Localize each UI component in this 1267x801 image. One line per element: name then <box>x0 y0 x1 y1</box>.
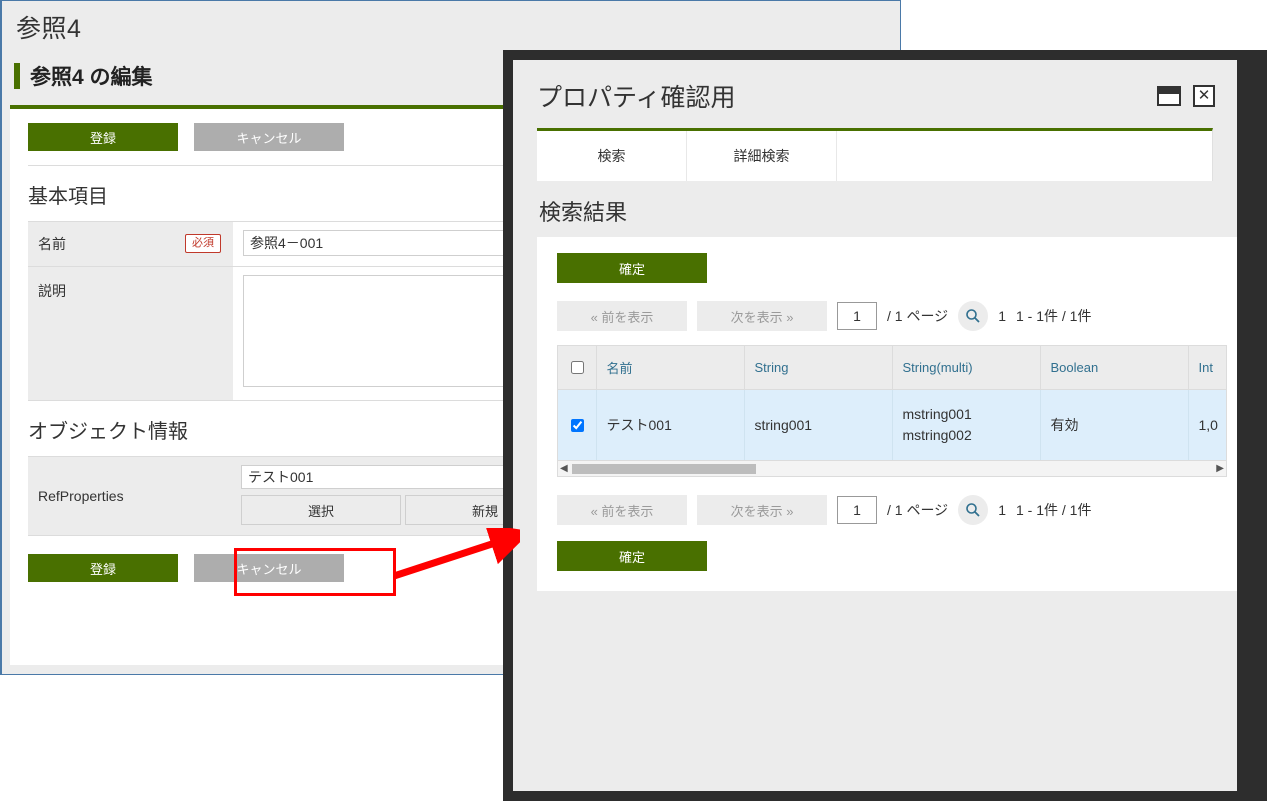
close-icon[interactable]: ✕ <box>1193 85 1215 107</box>
description-label: 説明 <box>38 283 66 299</box>
scroll-right-icon[interactable]: ▶ <box>1216 461 1224 477</box>
tab-advanced-search[interactable]: 詳細検索 <box>687 131 837 181</box>
name-label-cell: 名前 必須 <box>28 222 233 266</box>
record-count-bottom: 1 - 1件 / 1件 <box>1015 502 1092 518</box>
cancel-button-bottom[interactable]: キャンセル <box>194 554 344 582</box>
prev-page-button-bottom[interactable]: « 前を表示 <box>557 495 687 525</box>
submit-button-bottom[interactable]: 登録 <box>28 554 178 582</box>
submit-button-top[interactable]: 登録 <box>28 123 178 151</box>
table-horizontal-scrollbar[interactable]: ◀ ▶ <box>558 460 1226 476</box>
section-heading-text: 参照4 の編集 <box>30 66 153 89</box>
next-page-button-top[interactable]: 次を表示 » <box>697 301 827 331</box>
tab-filler <box>837 131 1212 181</box>
column-header-int[interactable]: Int <box>1188 346 1226 390</box>
select-all-header <box>558 346 597 390</box>
page-title: 参照4 <box>16 15 82 43</box>
search-icon-bottom[interactable] <box>958 495 989 525</box>
results-table: 名前 String String(multi) Boolean Int テスト0… <box>558 346 1226 460</box>
table-row[interactable]: テスト001 string001 mstring001 mstring002 有… <box>558 389 1226 460</box>
dialog-title: プロパティ確認用 <box>537 84 736 112</box>
page-total-label-bottom: / 1 ページ <box>887 502 949 518</box>
select-all-checkbox[interactable] <box>570 361 584 374</box>
name-label: 名前 <box>38 236 66 252</box>
row-checkbox[interactable] <box>570 418 584 432</box>
record-count-top: 1 - 1件 / 1件 <box>1015 308 1092 324</box>
cancel-button-top[interactable]: キャンセル <box>194 123 344 151</box>
window-controls: ✕ <box>1157 85 1215 107</box>
dialog-tabs: 検索 詳細検索 <box>537 128 1213 181</box>
description-label-cell: 説明 <box>28 267 233 400</box>
tab-search[interactable]: 検索 <box>537 131 687 181</box>
dialog-header: プロパティ確認用 ✕ <box>513 60 1237 114</box>
cell-int: 1,0 <box>1188 389 1226 460</box>
cell-string-multi: mstring001 mstring002 <box>892 389 1041 460</box>
row-select-cell <box>558 389 597 460</box>
column-header-name[interactable]: 名前 <box>596 346 745 390</box>
magnifier-glyph <box>966 309 980 323</box>
cell-string: string001 <box>744 389 893 460</box>
search-result-panel: 確定 « 前を表示 次を表示 » / 1 ページ 1 1 - 1件 / 1件 <box>537 237 1237 591</box>
cell-boolean: 有効 <box>1040 389 1189 460</box>
page-input-bottom[interactable] <box>837 496 877 524</box>
next-page-button-bottom[interactable]: 次を表示 » <box>697 495 827 525</box>
section-accent-bar <box>14 63 20 89</box>
scroll-left-icon[interactable]: ◀ <box>560 461 568 477</box>
page-total-label-top: / 1 ページ <box>887 308 949 324</box>
property-dialog: プロパティ確認用 ✕ 検索 詳細検索 検索結果 確定 « 前を表示 次を表示 » <box>503 50 1267 801</box>
pager-top: « 前を表示 次を表示 » / 1 ページ 1 1 - 1件 / 1件 <box>557 301 1237 331</box>
cell-name: テスト001 <box>596 389 745 460</box>
magnifier-glyph <box>966 503 980 517</box>
prev-page-button-top[interactable]: « 前を表示 <box>557 301 687 331</box>
scrollbar-thumb[interactable] <box>572 464 756 474</box>
page-number-top[interactable]: 1 <box>998 308 1006 324</box>
maximize-icon[interactable] <box>1157 86 1181 106</box>
cell-string-multi-line1: mstring001 <box>902 406 972 422</box>
table-header-row: 名前 String String(multi) Boolean Int <box>558 346 1226 390</box>
screen-root: 参照4 参照4 の編集 登録 キャンセル 基本項目 名前 必須 参照4－001 … <box>0 0 1267 801</box>
pager-bottom: « 前を表示 次を表示 » / 1 ページ 1 1 - 1件 / 1件 <box>557 495 1237 525</box>
refproperties-label-cell: RefProperties <box>28 457 233 535</box>
page-input-top[interactable] <box>837 302 877 330</box>
search-result-heading: 検索結果 <box>539 200 628 225</box>
select-button[interactable]: 選択 <box>241 495 401 525</box>
page-number-bottom[interactable]: 1 <box>998 502 1006 518</box>
confirm-button-top[interactable]: 確定 <box>557 253 707 283</box>
column-header-boolean[interactable]: Boolean <box>1040 346 1189 390</box>
cell-string-multi-line2: mstring002 <box>902 427 972 443</box>
refproperties-label: RefProperties <box>38 488 124 504</box>
column-header-string-multi[interactable]: String(multi) <box>892 346 1041 390</box>
required-badge: 必須 <box>185 234 221 253</box>
confirm-button-bottom[interactable]: 確定 <box>557 541 707 571</box>
results-table-wrapper: 名前 String String(multi) Boolean Int テスト0… <box>557 345 1227 477</box>
search-icon-top[interactable] <box>958 301 989 331</box>
column-header-string[interactable]: String <box>744 346 893 390</box>
dialog-body: プロパティ確認用 ✕ 検索 詳細検索 検索結果 確定 « 前を表示 次を表示 » <box>513 60 1237 791</box>
